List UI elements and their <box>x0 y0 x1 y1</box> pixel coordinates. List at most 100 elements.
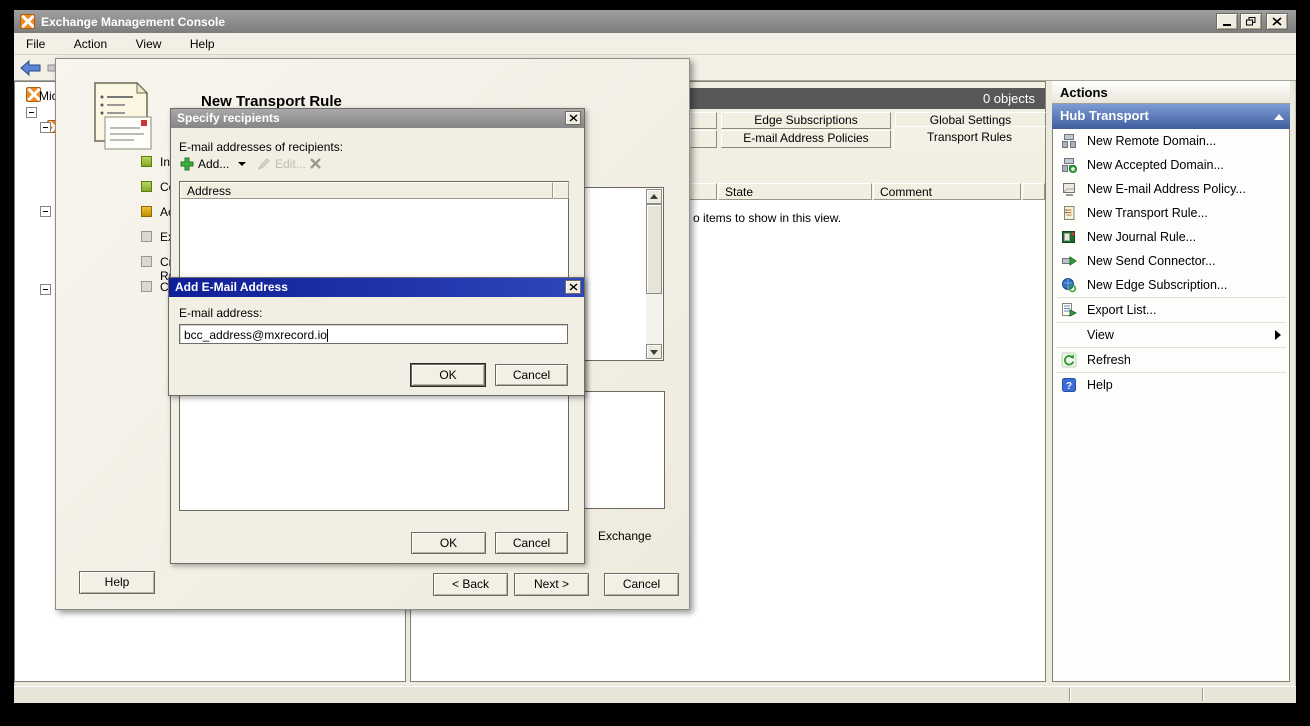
email-address-policy-icon <box>1061 181 1077 197</box>
step-status-icon <box>141 156 152 167</box>
action-new-accepted-domain[interactable]: New Accepted Domain... <box>1053 153 1289 177</box>
add-email-address-dialog: Add E-Mail Address E-mail address: bcc_a… <box>168 277 585 396</box>
scroll-up-icon <box>650 194 658 199</box>
minimize-button[interactable] <box>1216 13 1238 30</box>
window-title: Exchange Management Console <box>41 15 225 29</box>
tab-transport-rules[interactable]: Transport Rules <box>893 126 1046 150</box>
tab-edge-subscriptions[interactable]: Edge Subscriptions <box>721 112 891 129</box>
menu-action[interactable]: Action <box>62 33 119 51</box>
send-connector-icon <box>1061 253 1077 269</box>
action-new-edge-subscription[interactable]: New Edge Subscription... <box>1053 273 1289 297</box>
action-new-journal-rule[interactable]: New Journal Rule... <box>1053 225 1289 249</box>
add-button[interactable]: Add... <box>180 157 246 171</box>
action-refresh[interactable]: Refresh <box>1053 348 1289 372</box>
tree-collapse-icon[interactable] <box>40 206 51 217</box>
scroll-down-icon <box>650 350 658 355</box>
window-titlebar[interactable]: Exchange Management Console <box>14 10 1296 33</box>
objects-count: 0 objects <box>983 91 1035 106</box>
tree-collapse-icon[interactable] <box>40 284 51 295</box>
add-dropdown-icon[interactable] <box>238 162 246 166</box>
edit-button-label: Edit... <box>275 157 306 171</box>
action-new-send-connector[interactable]: New Send Connector... <box>1053 249 1289 273</box>
column-header-filler <box>1022 183 1045 200</box>
status-divider <box>1202 688 1204 701</box>
tree-collapse-icon[interactable] <box>40 122 51 133</box>
transport-rule-icon <box>1061 205 1077 221</box>
action-new-remote-domain[interactable]: New Remote Domain... <box>1053 129 1289 153</box>
specify-recipients-titlebar[interactable]: Specify recipients <box>171 109 584 128</box>
wizard-next-button[interactable]: Next > <box>514 573 589 596</box>
email-address-value: bcc_address@mxrecord.io <box>184 328 327 342</box>
close-icon[interactable] <box>565 280 581 294</box>
close-button[interactable] <box>1266 13 1288 30</box>
add-button-label: Add... <box>198 157 229 171</box>
hub-transport-label: Hub Transport <box>1060 108 1149 123</box>
export-list-icon <box>1061 302 1077 318</box>
transport-rule-wizard-icon <box>93 81 149 147</box>
step-status-icon <box>141 181 152 192</box>
add-email-titlebar[interactable]: Add E-Mail Address <box>169 278 584 297</box>
email-field-label: E-mail address: <box>179 306 262 320</box>
accepted-domain-icon <box>1061 157 1077 173</box>
wizard-help-button[interactable]: Help <box>79 571 155 594</box>
restore-button[interactable] <box>1240 13 1262 30</box>
edit-button[interactable]: Edit... <box>257 157 306 171</box>
delete-x-icon <box>309 157 322 170</box>
recipients-ok-button[interactable]: OK <box>411 532 486 554</box>
refresh-icon <box>1061 352 1077 368</box>
exchange-logo-icon <box>20 14 35 29</box>
step-status-icon <box>141 231 152 242</box>
action-new-transport-rule[interactable]: New Transport Rule... <box>1053 201 1289 225</box>
collapse-chevron-icon[interactable] <box>1274 114 1284 120</box>
add-email-ok-button[interactable]: OK <box>411 364 485 386</box>
column-header-state[interactable]: State <box>718 183 872 200</box>
hub-transport-group-header[interactable]: Hub Transport <box>1052 104 1290 129</box>
step-status-icon <box>141 206 152 217</box>
delete-button[interactable] <box>309 157 322 170</box>
action-new-email-address-policy[interactable]: New E-mail Address Policy... <box>1053 177 1289 201</box>
action-help[interactable]: ? Help <box>1053 373 1289 397</box>
menu-view[interactable]: View <box>124 33 174 51</box>
step-status-icon <box>141 281 152 292</box>
menu-help[interactable]: Help <box>178 33 227 51</box>
email-address-input[interactable]: bcc_address@mxrecord.io <box>179 324 568 344</box>
status-bar <box>14 686 1296 703</box>
address-column-header[interactable]: Address <box>180 182 553 199</box>
add-email-title: Add E-Mail Address <box>175 280 288 294</box>
specify-recipients-title: Specify recipients <box>177 111 280 125</box>
tree-collapse-icon[interactable] <box>26 107 37 118</box>
status-divider <box>1069 688 1071 701</box>
actions-pane-title: Actions <box>1052 81 1290 104</box>
tab-fragment[interactable] <box>690 130 717 148</box>
tab-fragment[interactable] <box>690 112 717 129</box>
recipients-field-label: E-mail addresses of recipients: <box>179 140 343 154</box>
text-cursor <box>327 329 328 342</box>
close-icon[interactable] <box>565 111 581 125</box>
submenu-arrow-icon <box>1275 330 1281 340</box>
wizard-back-button[interactable]: < Back <box>433 573 508 596</box>
journal-rule-icon <box>1061 229 1077 245</box>
step-status-icon <box>141 256 152 267</box>
menu-bar: File Action View Help <box>14 33 1296 55</box>
help-icon: ? <box>1061 377 1077 393</box>
tab-email-address-policies[interactable]: E-mail Address Policies <box>721 130 891 148</box>
recipients-cancel-button[interactable]: Cancel <box>495 532 568 554</box>
back-icon[interactable] <box>20 60 42 76</box>
add-plus-icon <box>180 157 194 171</box>
address-column-filler <box>553 182 569 199</box>
column-header-comment[interactable]: Comment <box>873 183 1021 200</box>
edge-subscription-icon <box>1061 277 1077 293</box>
wizard-cancel-button[interactable]: Cancel <box>604 573 679 596</box>
wizard-background-text-fragment: Exchange <box>598 529 651 543</box>
action-export-list[interactable]: Export List... <box>1053 298 1289 322</box>
action-view[interactable]: View <box>1053 323 1289 347</box>
menu-file[interactable]: File <box>14 33 57 51</box>
svg-text:?: ? <box>1066 381 1072 392</box>
edit-pencil-icon <box>257 157 271 171</box>
add-email-cancel-button[interactable]: Cancel <box>495 364 568 386</box>
screen: Exchange Management Console File Action … <box>0 0 1310 726</box>
remote-domain-icon <box>1061 133 1077 149</box>
scroll-down-button[interactable] <box>646 344 662 359</box>
scrollbar-thumb[interactable] <box>646 204 662 294</box>
scroll-up-button[interactable] <box>646 189 662 204</box>
